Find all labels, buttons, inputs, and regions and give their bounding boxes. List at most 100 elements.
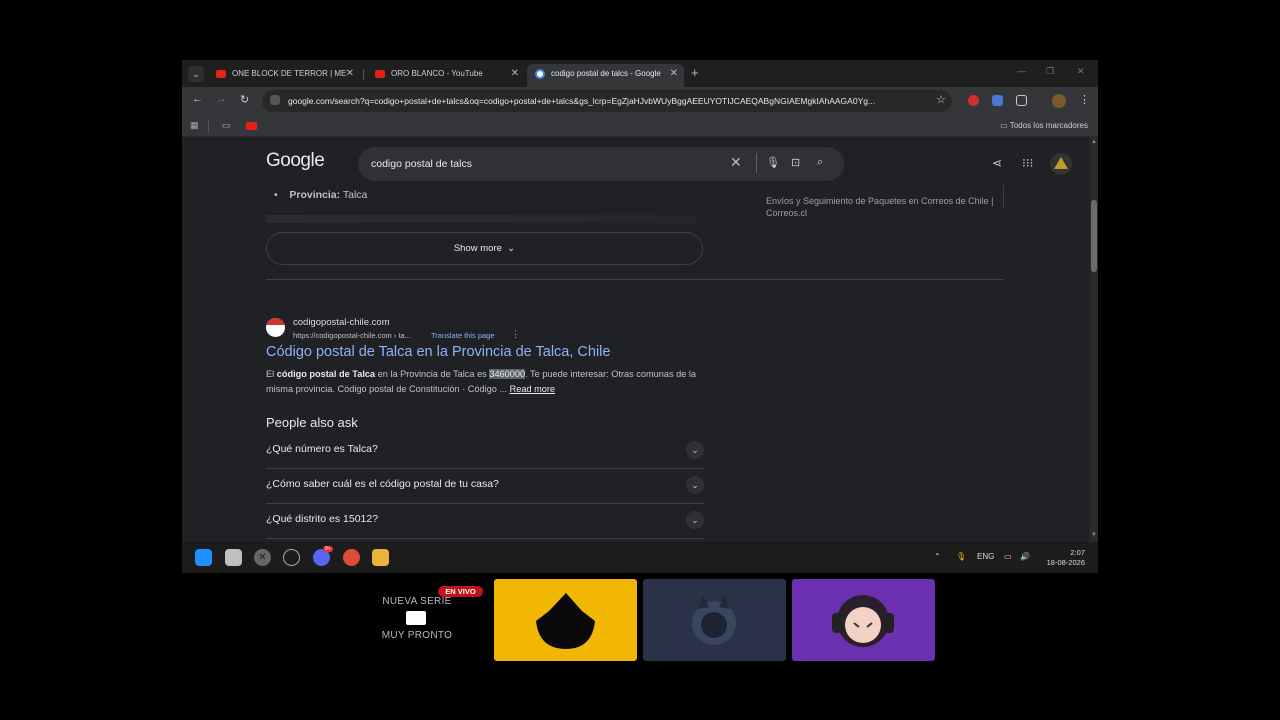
task-view-icon[interactable] <box>225 549 242 566</box>
chevron-down-icon[interactable]: ⌄ <box>686 511 704 529</box>
microphone-icon[interactable]: 🎙 <box>766 156 780 169</box>
paa-question[interactable]: ¿Cómo saber cuál es el código postal de … <box>266 469 704 504</box>
browser-window: ⌄ ONE BLOCK DE TERROR | MEJOR ✕ ORO BLAN… <box>182 60 1098 573</box>
show-more-label: Show more <box>453 243 502 254</box>
province-bullet: • Provincia: Talca <box>274 189 368 201</box>
anime-girl-icon <box>832 595 894 647</box>
account-avatar[interactable] <box>1050 153 1072 175</box>
language-indicator[interactable]: ENG <box>977 552 994 561</box>
tab-divider <box>363 69 364 80</box>
translate-extension-icon[interactable] <box>992 95 1003 106</box>
browser-toolbar: ← → ↻ google.com/search?q=codigo+postal+… <box>182 87 1098 115</box>
anime-avatar-card <box>792 579 935 661</box>
youtube-icon <box>375 70 385 78</box>
address-bar[interactable]: google.com/search?q=codigo+postal+de+tal… <box>262 90 952 112</box>
en-vivo-badge: EN VIVO <box>438 586 483 597</box>
search-box[interactable]: codigo postal de talcs ✕ 🎙 ⊡ ⌕ <box>358 147 844 181</box>
tab-one-block[interactable]: ONE BLOCK DE TERROR | MEJOR ✕ <box>208 64 360 87</box>
folder-icon: ▭ <box>1000 121 1010 130</box>
chevron-down-icon: ⌄ <box>504 243 516 254</box>
province-value: Talca <box>342 189 368 201</box>
result-snippet: El código postal de Talca en la Provinci… <box>266 367 706 397</box>
scroll-up-arrow-icon[interactable]: ▲ <box>1091 139 1097 145</box>
people-also-ask-heading: People also ask <box>266 415 358 430</box>
chile-flag-favicon <box>266 318 285 337</box>
chevron-down-icon[interactable]: ⌄ <box>686 476 704 494</box>
obs-icon[interactable] <box>283 549 300 566</box>
chevron-down-icon[interactable]: ⌄ <box>686 441 704 459</box>
windows-taskbar: ✕ 9+ ⌃ 🎙 ENG ▭ 🔊 2:07 18-08-2026 <box>182 542 1098 573</box>
bookmark-star-icon[interactable]: ☆ <box>936 93 946 106</box>
extension-red-icon[interactable] <box>968 95 979 106</box>
share-icon[interactable]: ⋖ <box>992 156 1002 170</box>
tray-chevron-up-icon[interactable]: ⌃ <box>934 552 941 561</box>
xbox-icon[interactable]: ✕ <box>254 549 271 566</box>
google-logo[interactable]: Google <box>266 150 325 172</box>
all-bookmarks[interactable]: ▭ Todos los marcadores <box>1000 121 1088 130</box>
snippet-bold: código postal de Talca <box>276 369 376 379</box>
all-bookmarks-label: Todos los marcadores <box>1009 121 1088 130</box>
restore-icon[interactable]: ❐ <box>1046 66 1054 77</box>
back-arrow-icon[interactable]: ← <box>192 93 203 105</box>
clock-date: 18-08-2026 <box>1046 558 1085 567</box>
result-site-name[interactable]: codigopostal-chile.com <box>293 317 390 328</box>
result-title-link[interactable]: Código postal de Talca en la Provincia d… <box>266 344 610 360</box>
muy-pronto-text: MUY PRONTO <box>381 630 453 641</box>
result-url[interactable]: https://codigopostal-chile.com › ta... <box>293 331 411 340</box>
paa-question-text: ¿Qué número es Talca? <box>266 443 378 455</box>
read-more-link[interactable]: Read more <box>510 384 555 394</box>
search-divider <box>756 153 757 173</box>
forward-arrow-icon[interactable]: → <box>216 93 227 105</box>
paa-question[interactable]: ¿Qué número es Talca? ⌄ <box>266 434 704 469</box>
search-icon[interactable]: ⌕ <box>817 156 823 169</box>
paa-question[interactable]: ¿Qué distrito es 15012? ⌄ <box>266 504 704 539</box>
google-header: Google codigo postal de talcs ✕ 🎙 ⊡ ⌕ ⋖ … <box>182 137 1090 183</box>
result-menu-icon[interactable]: ⋮ <box>511 329 520 340</box>
translate-page-link[interactable]: Translate this page <box>431 331 495 340</box>
minimize-icon[interactable]: — <box>1017 66 1026 76</box>
google-apps-icon[interactable]: ⁝⁝⁝ <box>1022 156 1033 170</box>
tab-close-icon[interactable]: ✕ <box>670 68 678 79</box>
file-explorer-icon[interactable] <box>372 549 389 566</box>
chrome-icon[interactable] <box>343 549 360 566</box>
lens-camera-icon[interactable]: ⊡ <box>791 156 800 169</box>
youtube-bookmark-icon[interactable] <box>246 122 257 130</box>
youtube-icon <box>216 70 226 78</box>
bookmarks-bar: ▦ ▭ ▭ Todos los marcadores <box>182 115 1098 137</box>
search-input[interactable]: codigo postal de talcs <box>371 158 472 170</box>
apps-grid-icon[interactable]: ▦ <box>190 120 199 131</box>
tab-oro-blanco[interactable]: ORO BLANCO - YouTube ✕ <box>367 64 525 87</box>
google-icon <box>535 69 545 79</box>
profile-avatar-icon[interactable] <box>1052 94 1066 108</box>
page-scrollbar[interactable]: ▲ ▼ <box>1090 137 1098 542</box>
nueva-serie-text: NUEVA SERIE <box>382 596 452 607</box>
folder-icon[interactable]: ▭ <box>222 120 231 131</box>
tab-title: ONE BLOCK DE TERROR | MEJOR <box>232 69 346 78</box>
discord-badge: 9+ <box>323 546 333 552</box>
tab-close-icon[interactable]: ✕ <box>511 68 519 79</box>
network-icon[interactable]: ▭ <box>1004 552 1012 561</box>
clock[interactable]: 2:07 18-08-2026 <box>1043 548 1085 568</box>
tab-close-icon[interactable]: ✕ <box>346 68 354 79</box>
paa-question-text: ¿Cómo saber cuál es el código postal de … <box>266 478 499 490</box>
section-divider <box>266 279 1004 280</box>
browser-menu-icon[interactable]: ⋮ <box>1079 93 1090 106</box>
tab-google-search[interactable]: codigo postal de talcs - Google ✕ <box>527 64 684 87</box>
clear-search-icon[interactable]: ✕ <box>730 154 742 171</box>
microphone-tray-icon[interactable]: 🎙 <box>956 552 966 561</box>
side-panel-link[interactable]: Envíos y Seguimiento de Paquetes en Corr… <box>766 195 996 219</box>
show-more-button[interactable]: Show more ⌄ <box>266 232 703 265</box>
window-close-icon[interactable]: ✕ <box>1077 66 1085 77</box>
scroll-down-arrow-icon[interactable]: ▼ <box>1091 532 1097 538</box>
tab-search-chevron-icon[interactable]: ⌄ <box>188 66 204 82</box>
reload-icon[interactable]: ↻ <box>240 93 249 106</box>
bookmark-divider <box>208 120 209 132</box>
site-info-icon[interactable] <box>270 95 280 105</box>
volume-icon[interactable]: 🔊 <box>1020 552 1030 561</box>
scroll-thumb[interactable] <box>1091 200 1097 272</box>
new-tab-plus-icon[interactable]: + <box>691 65 699 80</box>
tab-title: ORO BLANCO - YouTube <box>391 69 483 78</box>
windows-start-icon[interactable] <box>195 549 212 566</box>
extensions-puzzle-icon[interactable] <box>1016 95 1027 106</box>
google-results-page: Google codigo postal de talcs ✕ 🎙 ⊡ ⌕ ⋖ … <box>182 137 1090 542</box>
